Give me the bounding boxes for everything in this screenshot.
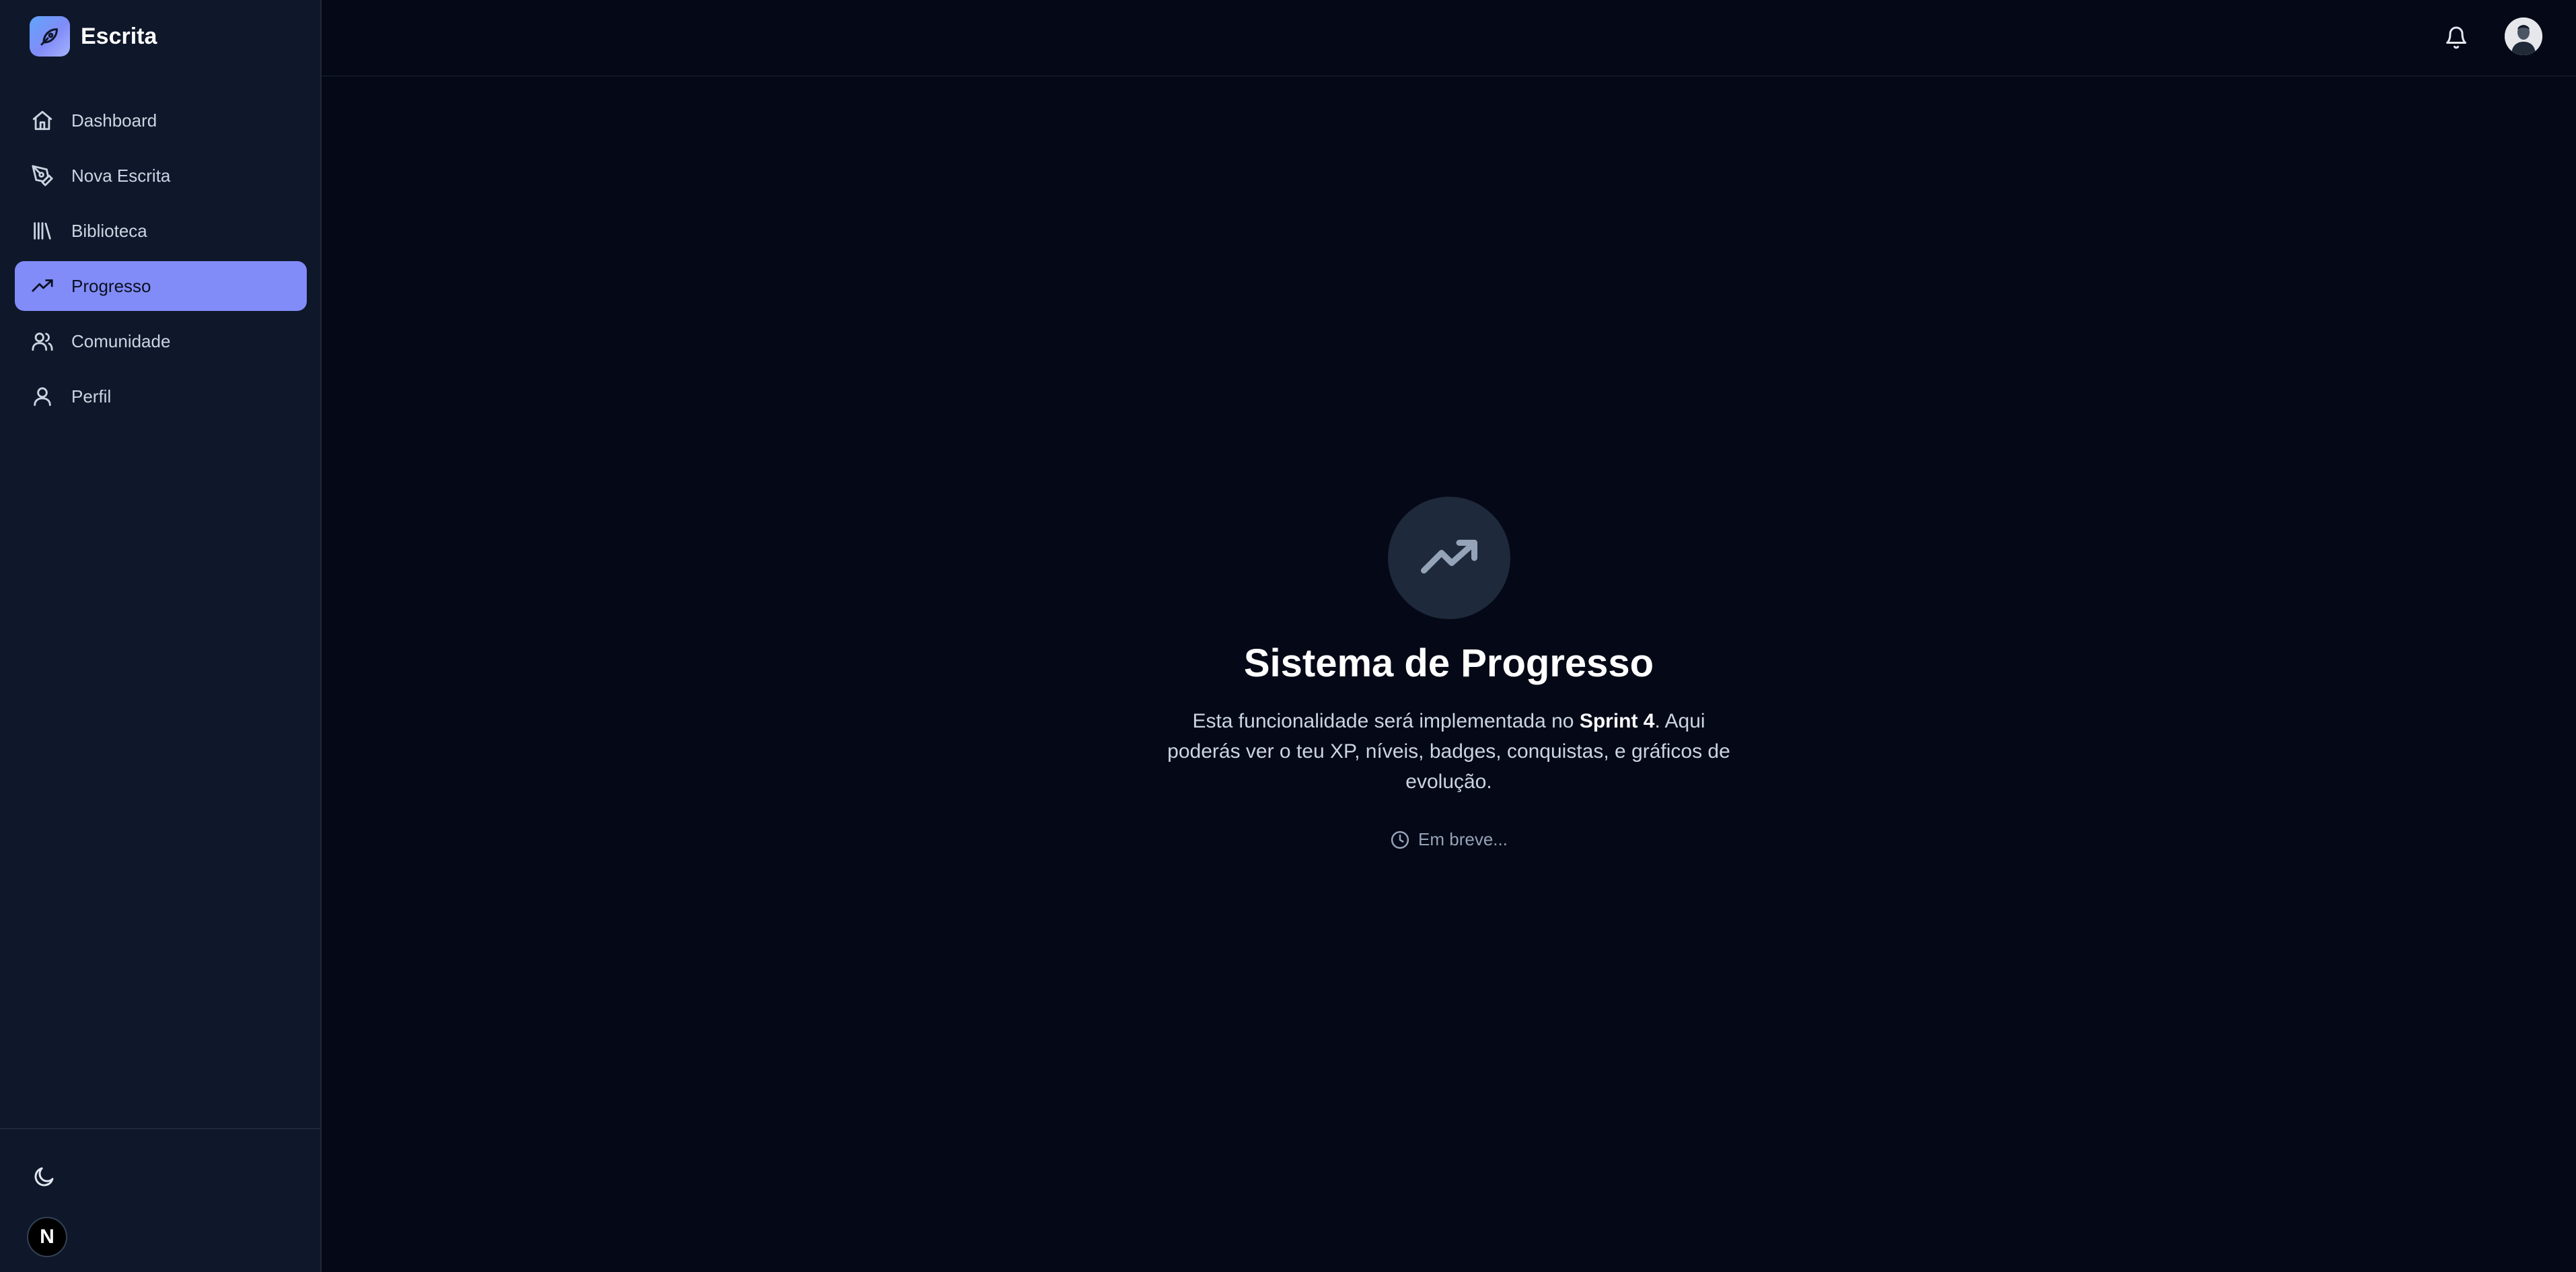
clock-icon [1391,831,1409,849]
next-badge[interactable]: N [27,1217,67,1257]
users-icon [30,328,55,354]
trending-up-icon [30,273,55,299]
sidebar-item-comunidade[interactable]: Comunidade [15,316,307,366]
library-icon [30,218,55,244]
description-text: Esta funcionalidade será implementada no [1192,710,1580,732]
coming-soon-status: Em breve... [1390,829,1508,850]
main-content: Sistema de Progresso Esta funcionalidade… [322,77,2576,1272]
page-title: Sistema de Progresso [1243,641,1654,685]
sidebar: Escrita Dashboard Nova Escrita Bibliotec… [0,0,322,1272]
sidebar-footer: N [0,1128,320,1272]
bell-icon [2446,26,2466,49]
avatar[interactable] [2505,17,2542,55]
sidebar-item-label: Progresso [71,275,151,296]
progress-hero-badge [1387,497,1510,619]
sidebar-item-label: Comunidade [71,330,171,351]
sidebar-item-dashboard[interactable]: Dashboard [15,96,307,145]
avatar-image [2505,17,2542,55]
sidebar-item-label: Biblioteca [71,220,147,241]
next-badge-letter: N [40,1226,54,1248]
theme-toggle-button[interactable] [30,1162,59,1191]
brand-name: Escrita [81,23,157,49]
trending-up-icon [1420,540,1477,574]
coming-soon-text: Em breve... [1418,829,1508,849]
pen-tool-icon [30,163,55,188]
sidebar-item-perfil[interactable]: Perfil [15,372,307,421]
sprint-highlight: Sprint 4 [1579,710,1655,732]
app-root: Escrita Dashboard Nova Escrita Bibliotec… [0,0,2576,1272]
brand[interactable]: Escrita [30,16,157,57]
sidebar-item-label: Dashboard [71,110,157,131]
sidebar-item-label: Perfil [71,386,112,407]
moon-icon [34,1167,54,1187]
home-icon [30,108,55,133]
notifications-button[interactable] [2437,19,2475,57]
sidebar-nav: Dashboard Nova Escrita Biblioteca Progre… [15,96,307,427]
topbar [322,0,2576,77]
empty-state: Sistema de Progresso Esta funcionalidade… [322,497,2576,850]
page-description: Esta funcionalidade será implementada no… [1167,706,1732,797]
sidebar-item-biblioteca[interactable]: Biblioteca [15,206,307,256]
sidebar-item-label: Nova Escrita [71,165,171,186]
feather-pen-icon [30,16,70,57]
user-icon [30,384,55,409]
sidebar-item-nova-escrita[interactable]: Nova Escrita [15,151,307,201]
sidebar-item-progresso[interactable]: Progresso [15,261,307,311]
